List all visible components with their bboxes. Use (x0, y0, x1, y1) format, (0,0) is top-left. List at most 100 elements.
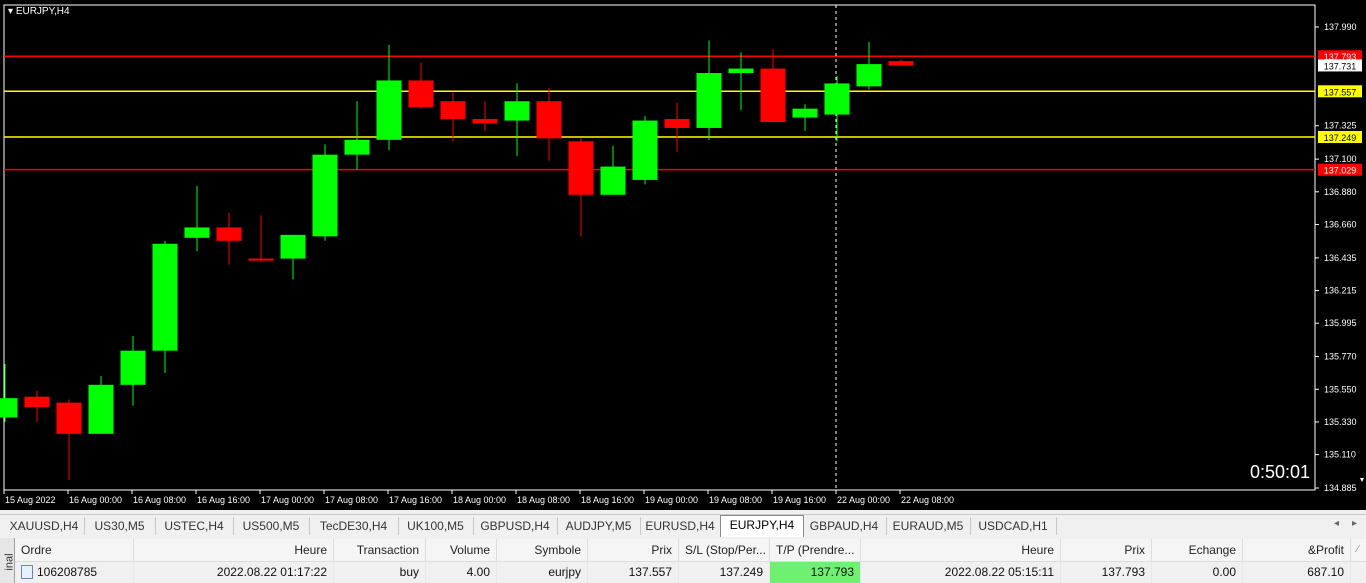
price-axis-label: 134.885 (1324, 483, 1357, 493)
candle-bull (152, 243, 178, 351)
chart-title-text: EURJPY,H4 (15, 6, 70, 17)
take-profit-cell: 137.793 (770, 562, 861, 583)
price-axis-label: 136.880 (1324, 187, 1357, 197)
close-price-cell: 137.793 (1061, 562, 1152, 583)
volume-cell: 4.00 (426, 562, 497, 583)
price-axis-label: 137.100 (1324, 154, 1357, 164)
tab-eurusd-h4[interactable]: EURUSD,H4 (640, 517, 721, 535)
time-axis-label: 17 Aug 16:00 (389, 495, 442, 505)
candle-bull (504, 101, 530, 121)
close-time-cell: 2022.08.22 05:15:11 (861, 562, 1061, 583)
candle-bear (56, 402, 82, 434)
candle-bear (472, 119, 498, 124)
time-axis-label: 16 Aug 16:00 (197, 495, 250, 505)
candle-bull (0, 398, 18, 418)
candle-bear (760, 68, 786, 123)
candle-bear (536, 101, 562, 139)
chart-symbol-title[interactable]: ▾ EURJPY,H4 (8, 6, 70, 17)
candle-bull (728, 68, 754, 74)
bar-countdown-timer: 0:50:01 (1250, 462, 1311, 482)
price-axis-label: 137.325 (1324, 121, 1357, 131)
time-axis-label: 17 Aug 08:00 (325, 495, 378, 505)
price-axis-label: 135.330 (1324, 417, 1357, 427)
candle-bull (856, 64, 882, 87)
price-axis-label: 135.110 (1324, 450, 1356, 460)
price-axis-label: 136.215 (1324, 286, 1357, 296)
open-time-cell: 2022.08.22 01:17:22 (134, 562, 334, 583)
profit-cell: 687.10 (1243, 562, 1351, 583)
order-document-icon (21, 564, 33, 579)
candle-bear (664, 119, 690, 128)
tab-scroll-right-icon[interactable]: ▸ (1352, 518, 1357, 529)
candle-bull (792, 108, 818, 118)
candle-bull (344, 139, 370, 155)
price-axis-label: 137.990 (1324, 22, 1357, 32)
col-header-profit[interactable]: &Profit (1243, 539, 1351, 561)
time-axis-label: 18 Aug 00:00 (453, 495, 506, 505)
terminal-side-label[interactable]: inal (0, 538, 16, 583)
candle-bear (408, 80, 434, 108)
candle-bear (216, 227, 242, 241)
col-header-swap[interactable]: Echange (1152, 539, 1243, 561)
level-price-label: 137.249 (1324, 133, 1357, 143)
tab-us500-m5[interactable]: US500,M5 (233, 517, 310, 535)
col-header-close-time[interactable]: Heure (861, 539, 1061, 561)
col-header-symbol[interactable]: Symbole (497, 539, 588, 561)
transaction-cell: buy (334, 562, 426, 583)
tab-audjpy-m5[interactable]: AUDJPY,M5 (557, 517, 641, 535)
time-axis-label: 19 Aug 16:00 (773, 495, 826, 505)
candle-bear (248, 258, 274, 261)
col-header-close-price[interactable]: Prix (1061, 539, 1152, 561)
time-axis-label: 19 Aug 00:00 (645, 495, 698, 505)
tab-tecde30-h4[interactable]: TecDE30,H4 (309, 517, 399, 535)
chart-tab-bar: XAUUSD,H4 US30,M5 USTEC,H4 US500,M5 TecDE30,… (0, 514, 1366, 537)
candle-bull (600, 166, 626, 195)
candle-bull (696, 73, 722, 128)
column-resize-icon: ⁄ (1357, 544, 1359, 555)
current-price-label: 137.731 (1324, 61, 1357, 71)
tab-usdcad-h1[interactable]: USDCAD,H1 (970, 517, 1057, 535)
tab-ustec-h4[interactable]: USTEC,H4 (155, 517, 234, 535)
price-chart[interactable]: 137.793 137.557 137.249 137.029 137.731 137.9… (0, 0, 1366, 510)
candle-bear (24, 396, 50, 408)
candlestick-chart[interactable]: 137.793137.557137.249137.029137.731137.9… (0, 0, 1366, 510)
terminal-side-label-text: inal (3, 553, 16, 571)
symbol-cell: eurjpy (497, 562, 588, 583)
col-header-open-time[interactable]: Heure (134, 539, 334, 561)
time-axis-label: 22 Aug 08:00 (901, 495, 954, 505)
tab-uk100-m5[interactable]: UK100,M5 (398, 517, 474, 535)
tab-xauusd-h4[interactable]: XAUUSD,H4 (4, 517, 85, 535)
order-cell: 106208785 (15, 562, 134, 583)
price-axis-label: 135.550 (1324, 384, 1357, 394)
tab-us30-m5[interactable]: US30,M5 (84, 517, 156, 535)
terminal-table-header: Ordre Heure Transaction Volume Symbole P… (15, 539, 1366, 562)
time-axis-label: 15 Aug 2022 (5, 495, 56, 505)
swap-cell: 0.00 (1152, 562, 1243, 583)
stop-loss-cell: 137.249 (679, 562, 770, 583)
tab-gbpusd-h4[interactable]: GBPUSD,H4 (473, 517, 558, 535)
plot-frame (3, 4, 1316, 491)
tab-eurjpy-h4[interactable]: EURJPY,H4 (720, 515, 804, 537)
price-axis-label: 136.660 (1324, 219, 1357, 229)
col-header-stop-loss[interactable]: S/L (Stop/Per... (679, 539, 770, 561)
col-header-volume[interactable]: Volume (426, 539, 497, 561)
tab-scroll-left-icon[interactable]: ◂ (1334, 518, 1339, 529)
price-axis-label: 136.435 (1324, 253, 1357, 263)
time-axis-label: 17 Aug 00:00 (261, 495, 314, 505)
candle-bull (120, 350, 146, 385)
col-header-order[interactable]: Ordre (15, 539, 134, 561)
candle-bear (888, 61, 914, 66)
table-row[interactable]: 106208785 2022.08.22 01:17:22 buy 4.00 e… (15, 562, 1366, 583)
axis-arrow-icon (1360, 478, 1364, 482)
time-axis-label: 18 Aug 16:00 (581, 495, 634, 505)
col-header-price[interactable]: Prix (588, 539, 679, 561)
tab-euraud-m5[interactable]: EURAUD,M5 (886, 517, 971, 535)
price-cell: 137.557 (588, 562, 679, 583)
tab-gbpaud-h4[interactable]: GBPAUD,H4 (802, 517, 887, 535)
col-header-transaction[interactable]: Transaction (334, 539, 426, 561)
order-id: 106208785 (37, 565, 98, 579)
candle-bear (568, 141, 594, 195)
col-header-take-profit[interactable]: T/P (Prendre... (770, 539, 861, 561)
price-axis-label: 135.770 (1324, 352, 1357, 362)
time-axis-label: 16 Aug 08:00 (133, 495, 186, 505)
